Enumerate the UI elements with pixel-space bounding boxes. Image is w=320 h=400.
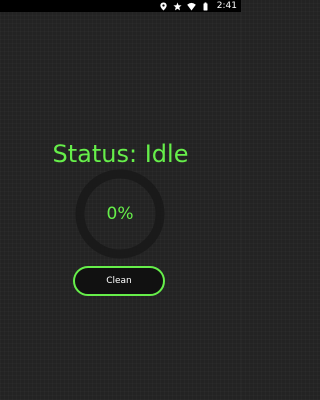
clean-button-label: Clean [106,276,132,286]
star-icon [173,1,182,11]
clean-button[interactable]: Clean [73,266,165,296]
progress-percent: 0% [106,204,134,224]
system-status-bar: 2:41 [0,0,241,12]
status-label: Status: Idle [52,140,189,168]
wifi-icon [186,2,196,11]
location-icon [159,1,168,11]
clock-time: 2:41 [216,1,237,11]
battery-icon [201,1,210,11]
